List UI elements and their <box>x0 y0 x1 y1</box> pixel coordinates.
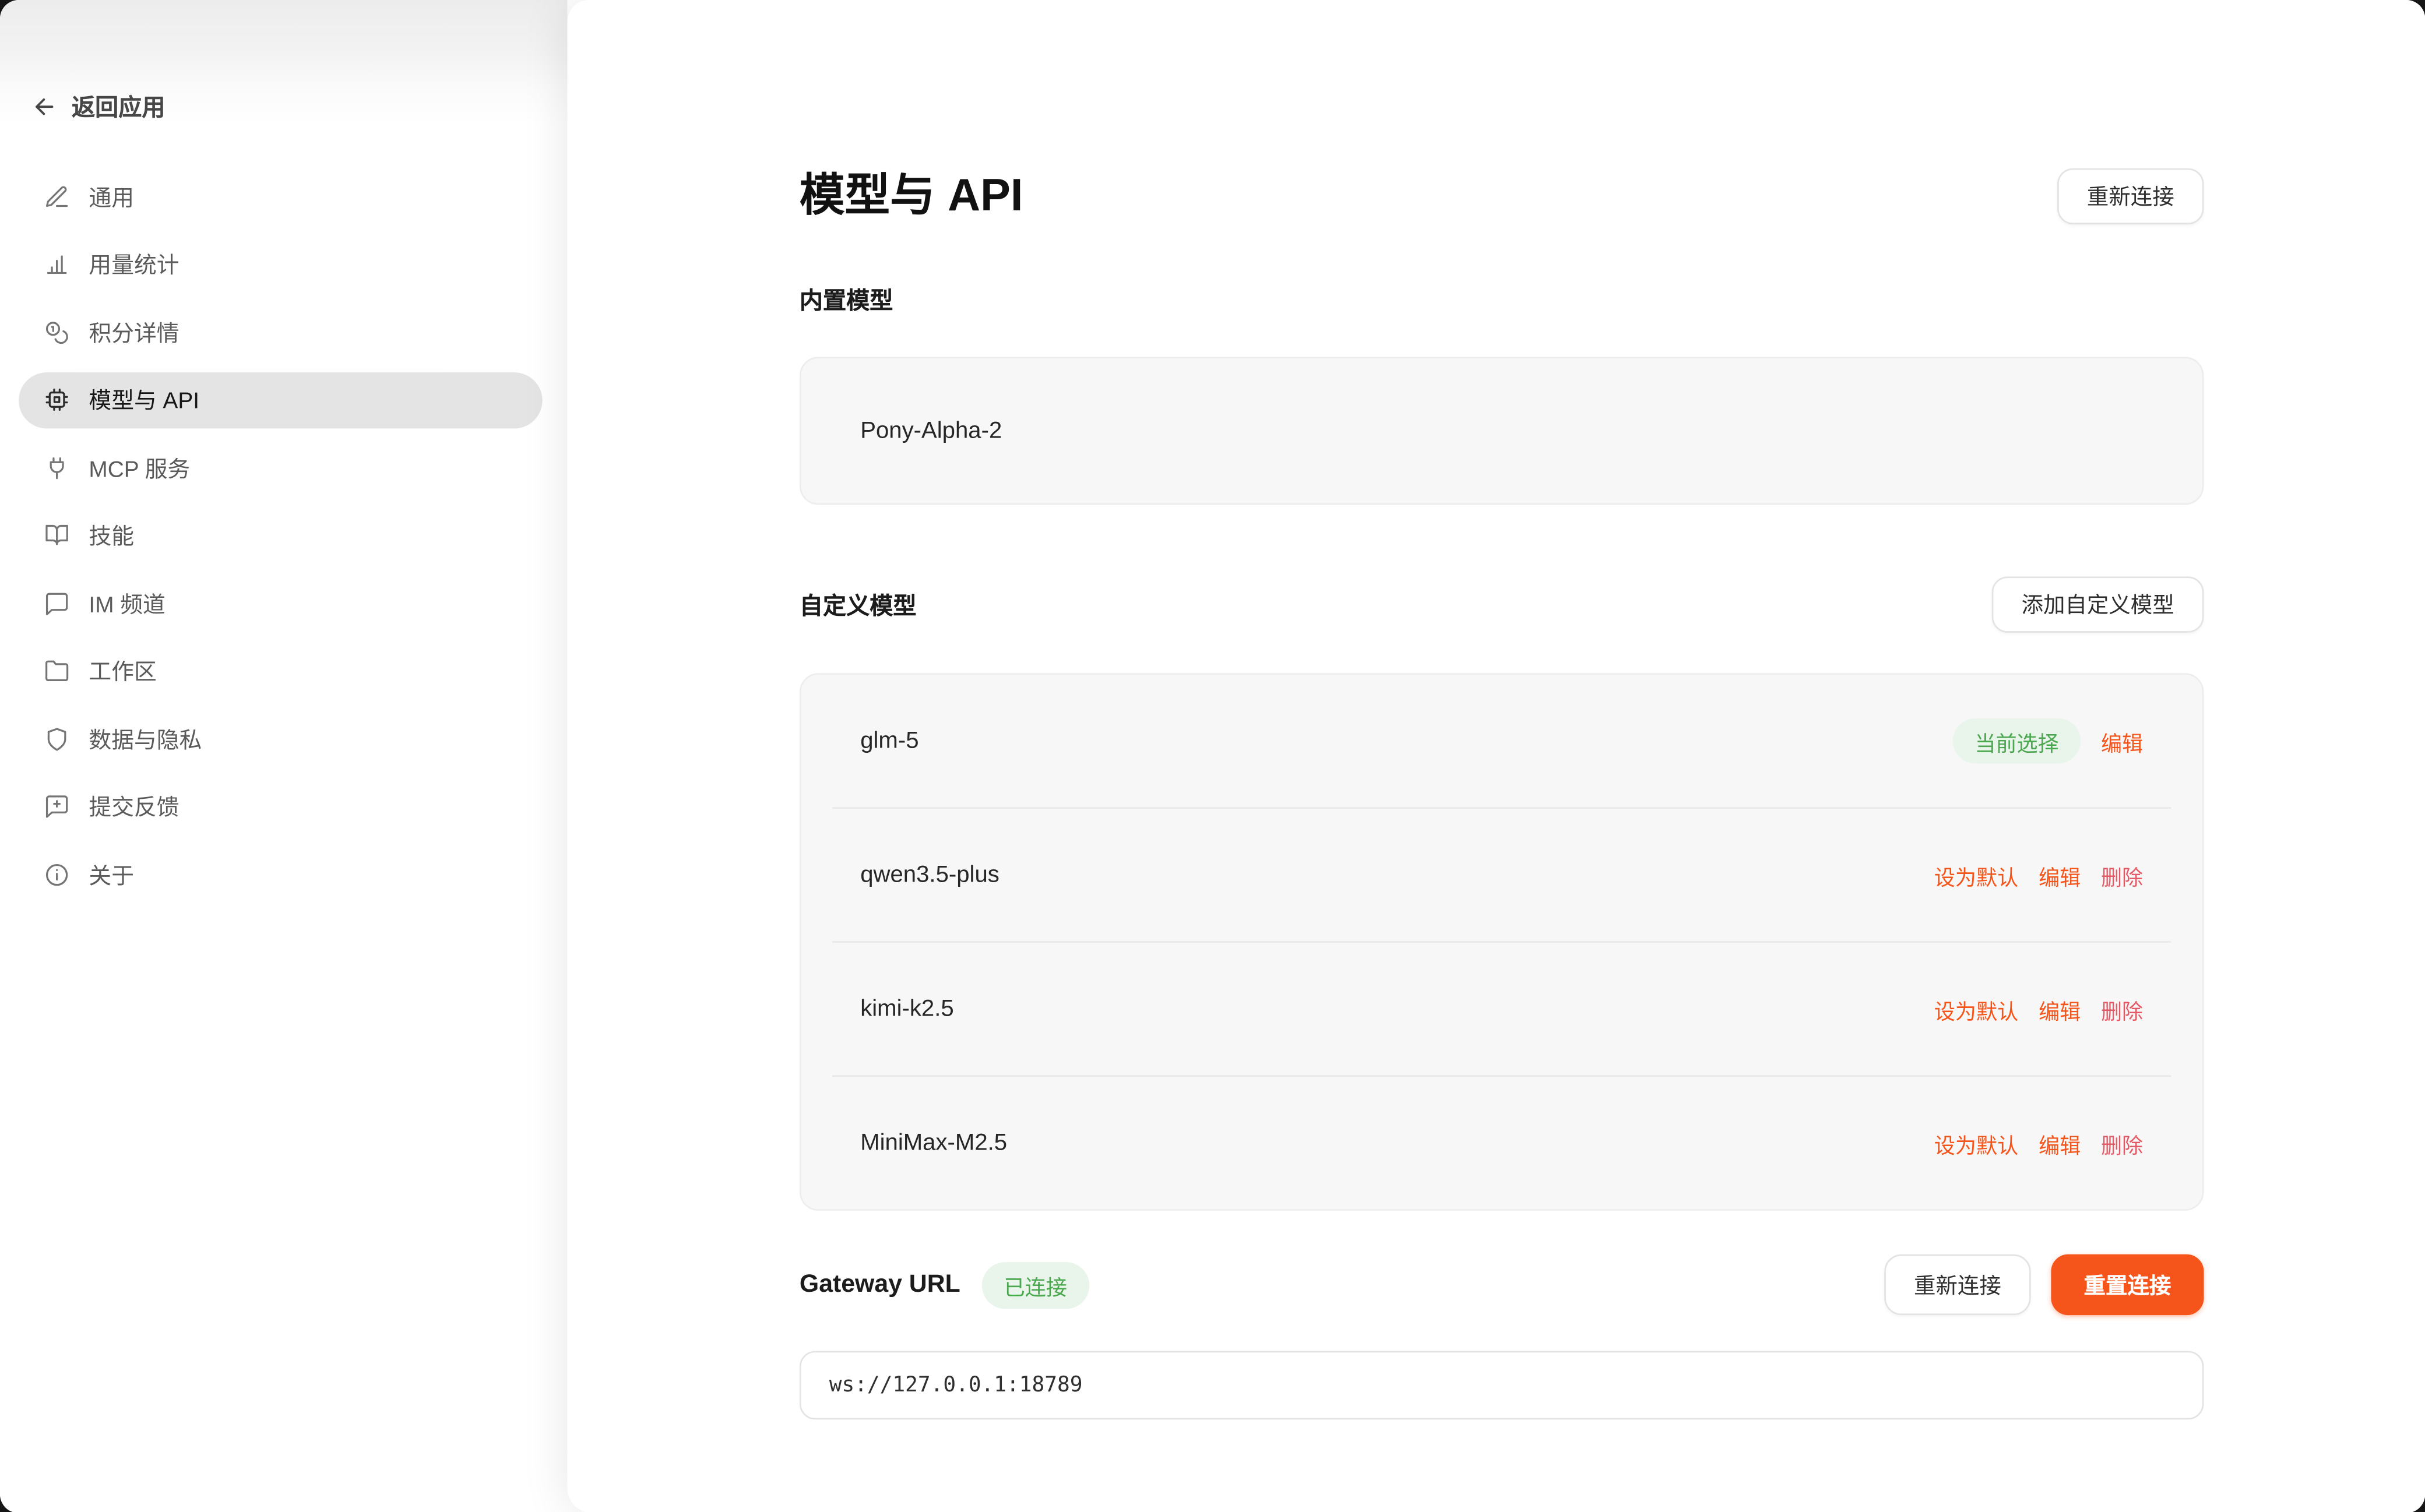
sidebar-item-label: 数据与隐私 <box>89 722 202 755</box>
set-default-link[interactable]: 设为默认 <box>1934 1127 2018 1158</box>
edit-link[interactable]: 编辑 <box>2101 725 2143 756</box>
gateway-url-input[interactable] <box>800 1351 2204 1420</box>
sidebar-item-label: 通用 <box>89 180 134 213</box>
edit-link[interactable]: 编辑 <box>2039 993 2081 1024</box>
sidebar-item-credits[interactable]: 积分详情 <box>19 304 543 360</box>
model-name: glm-5 <box>860 728 918 754</box>
custom-model-row: MiniMax-M2.5 设为默认 编辑 删除 <box>801 1077 2202 1209</box>
custom-model-row: qwen3.5-plus 设为默认 编辑 删除 <box>801 809 2202 941</box>
sidebar-item-label: 关于 <box>89 858 134 890</box>
sidebar-item-models-api[interactable]: 模型与 API <box>19 372 543 428</box>
model-name: Pony-Alpha-2 <box>860 418 1002 444</box>
set-default-link[interactable]: 设为默认 <box>1934 859 2018 890</box>
sidebar-item-label: 提交反馈 <box>89 790 179 823</box>
sidebar-item-skills[interactable]: 技能 <box>19 507 543 563</box>
book-open-icon <box>44 522 70 548</box>
main-panel: 模型与 API 重新连接 内置模型 Pony-Alpha-2 自定义模型 添加自… <box>567 0 2425 1512</box>
app-window: 返回应用 通用 用量统计 积分详情 <box>0 0 2425 1512</box>
sidebar-item-label: IM 频道 <box>89 587 165 619</box>
sidebar-item-label: MCP 服务 <box>89 451 190 484</box>
sidebar-nav: 通用 用量统计 积分详情 模型与 API <box>0 168 567 903</box>
sidebar-item-label: 技能 <box>89 519 134 552</box>
sidebar-item-mcp-services[interactable]: MCP 服务 <box>19 439 543 495</box>
sidebar-item-about[interactable]: 关于 <box>19 846 543 902</box>
set-default-link[interactable]: 设为默认 <box>1934 993 2018 1024</box>
back-to-app-button[interactable]: 返回应用 <box>31 90 567 123</box>
delete-link[interactable]: 删除 <box>2101 859 2143 890</box>
pencil-icon <box>44 183 70 209</box>
sidebar-item-workspace[interactable]: 工作区 <box>19 643 543 699</box>
sidebar-item-feedback[interactable]: 提交反馈 <box>19 778 543 834</box>
coins-icon <box>44 319 70 345</box>
folder-icon <box>44 658 70 684</box>
current-selection-badge: 当前选择 <box>1953 718 2081 764</box>
sidebar: 返回应用 通用 用量统计 积分详情 <box>0 0 567 1512</box>
sidebar-item-label: 模型与 API <box>89 383 199 416</box>
reconnect-button[interactable]: 重新连接 <box>2057 168 2204 224</box>
shield-icon <box>44 725 70 752</box>
delete-link[interactable]: 删除 <box>2101 993 2143 1024</box>
plug-icon <box>44 454 70 481</box>
sidebar-item-label: 用量统计 <box>89 248 179 280</box>
custom-models-section-label: 自定义模型 <box>800 588 917 621</box>
page-title: 模型与 API <box>800 168 1023 224</box>
delete-link[interactable]: 删除 <box>2101 1127 2143 1158</box>
connected-status-badge: 已连接 <box>982 1261 1089 1308</box>
sidebar-item-data-privacy[interactable]: 数据与隐私 <box>19 710 543 766</box>
chat-bubble-icon <box>44 590 70 616</box>
sidebar-item-im-channels[interactable]: IM 频道 <box>19 575 543 631</box>
builtin-models-section-label: 内置模型 <box>800 284 2204 316</box>
sidebar-item-label: 工作区 <box>89 654 156 687</box>
gateway-url-label: Gateway URL <box>800 1271 960 1299</box>
arrow-left-icon <box>31 93 57 119</box>
custom-models-card: glm-5 当前选择 编辑 qwen3.5-plus 设为默认 编辑 删除 <box>800 673 2204 1211</box>
add-custom-model-button[interactable]: 添加自定义模型 <box>1992 576 2204 632</box>
info-circle-icon <box>44 861 70 887</box>
sidebar-item-label: 积分详情 <box>89 316 179 348</box>
gateway-reconnect-button[interactable]: 重新连接 <box>1884 1254 2030 1315</box>
custom-model-row: glm-5 当前选择 编辑 <box>801 675 2202 807</box>
edit-link[interactable]: 编辑 <box>2039 1127 2081 1158</box>
bar-chart-icon <box>44 251 70 277</box>
builtin-models-card: Pony-Alpha-2 <box>800 357 2204 505</box>
edit-link[interactable]: 编辑 <box>2039 859 2081 890</box>
model-name: MiniMax-M2.5 <box>860 1130 1007 1156</box>
sidebar-item-usage-stats[interactable]: 用量统计 <box>19 236 543 292</box>
sidebar-item-general[interactable]: 通用 <box>19 168 543 224</box>
back-to-app-label: 返回应用 <box>72 90 165 123</box>
message-plus-icon <box>44 793 70 819</box>
builtin-model-row: Pony-Alpha-2 <box>801 358 2202 503</box>
model-name: kimi-k2.5 <box>860 996 953 1022</box>
custom-model-row: kimi-k2.5 设为默认 编辑 删除 <box>801 943 2202 1075</box>
model-name: qwen3.5-plus <box>860 862 999 888</box>
cpu-chip-icon <box>44 386 70 413</box>
gateway-reset-button[interactable]: 重置连接 <box>2051 1254 2204 1315</box>
